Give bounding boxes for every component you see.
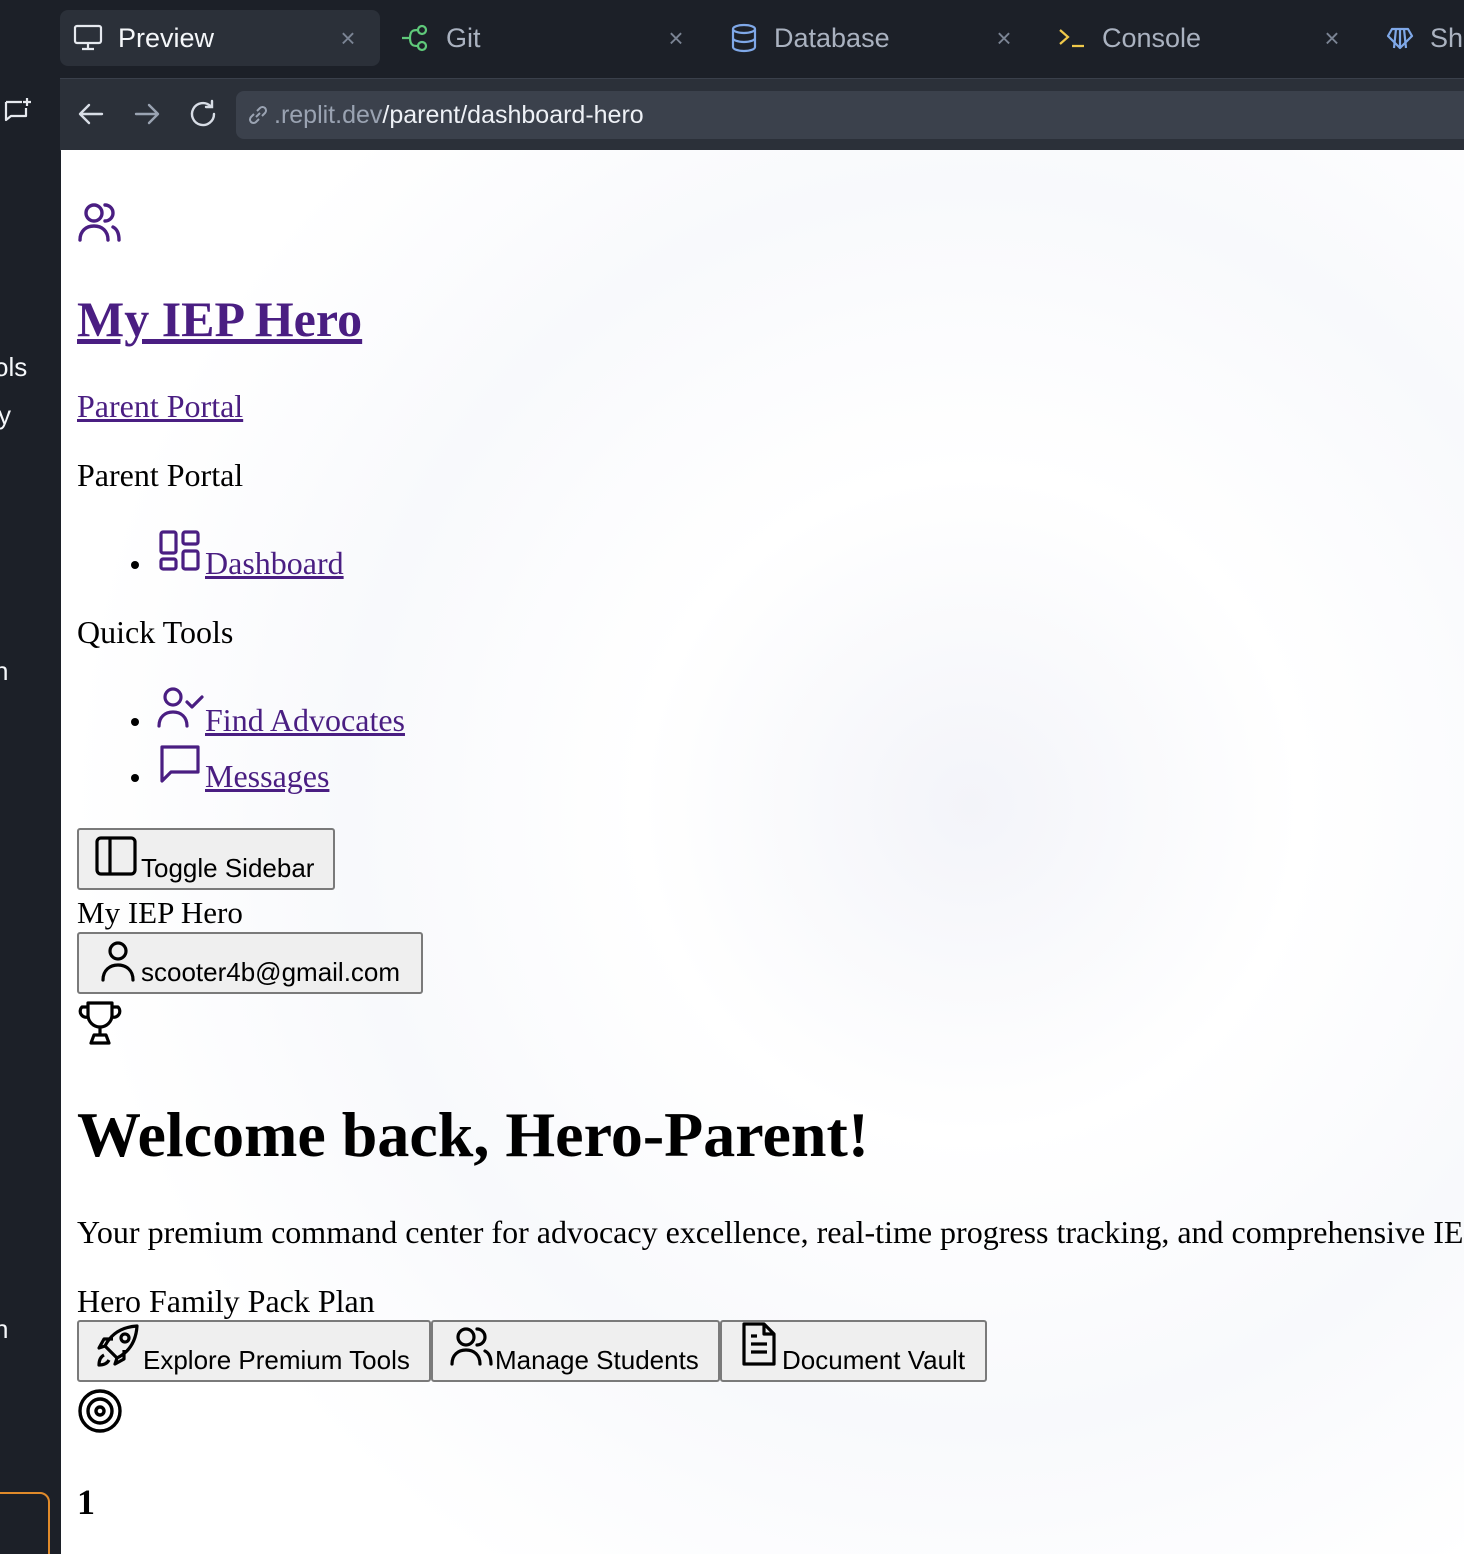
- list-bullet: [131, 718, 139, 726]
- shell-icon: [1384, 22, 1416, 54]
- app-title-link[interactable]: My IEP Hero: [77, 290, 362, 348]
- close-icon[interactable]: ×: [1318, 24, 1346, 52]
- tab-label: Database: [774, 22, 890, 53]
- brand-text: My IEP Hero: [77, 895, 243, 930]
- close-icon[interactable]: ×: [334, 24, 362, 52]
- url-path: /parent/dashboard-hero: [382, 100, 644, 129]
- link-icon: [246, 103, 270, 127]
- url-field[interactable]: .replit.dev/parent/dashboard-hero: [236, 91, 1464, 139]
- user-email: scooter4b@gmail.com: [141, 957, 401, 987]
- welcome-subtext: Your premium command center for advocacy…: [77, 1214, 1464, 1250]
- tab-git[interactable]: Git ×: [388, 10, 708, 66]
- parent-portal-link[interactable]: Parent Portal: [77, 388, 243, 425]
- git-branch-icon: [400, 22, 432, 54]
- tab-database[interactable]: Database ×: [716, 10, 1036, 66]
- sidebar-panel-icon: [95, 836, 137, 876]
- dashboard-grid-icon: [159, 530, 201, 577]
- left-rail: ols y n n: [0, 0, 60, 1554]
- rail-fragment: y: [0, 400, 11, 430]
- welcome-heading: Welcome back, Hero-Parent!: [77, 1099, 870, 1170]
- tab-label: Console: [1102, 22, 1202, 53]
- action-label: Document Vault: [782, 1345, 966, 1375]
- tab-label: Git: [446, 22, 481, 53]
- file-text-icon: [740, 1322, 778, 1368]
- rail-fragment: n: [0, 1314, 9, 1344]
- close-icon[interactable]: ×: [990, 24, 1018, 52]
- rail-action-box[interactable]: [0, 1492, 50, 1554]
- target-icon: [77, 1388, 123, 1439]
- rail-fragment: ols: [0, 352, 28, 382]
- forward-arrow-icon[interactable]: [130, 97, 164, 131]
- monitor-icon: [72, 22, 104, 54]
- quick-tool-find-advocates[interactable]: Find Advocates: [205, 702, 405, 739]
- trophy-icon: [77, 1000, 123, 1051]
- tab-label: Preview: [118, 22, 215, 53]
- new-chat-icon[interactable]: [2, 96, 34, 128]
- user-check-icon: [157, 686, 205, 733]
- user-menu-button[interactable]: scooter4b@gmail.com: [77, 932, 423, 994]
- users-icon: [77, 200, 123, 249]
- stat-value: 1: [77, 1482, 95, 1522]
- quick-tools-heading: Quick Tools: [77, 614, 234, 650]
- tab-shell[interactable]: She: [1372, 10, 1464, 66]
- tab-preview[interactable]: Preview ×: [60, 10, 380, 66]
- portal-heading: Parent Portal: [77, 457, 244, 493]
- terminal-icon: [1056, 22, 1088, 54]
- action-label: Explore Premium Tools: [143, 1345, 410, 1375]
- toggle-sidebar-label: Toggle Sidebar: [141, 853, 315, 883]
- back-arrow-icon[interactable]: [74, 97, 108, 131]
- tab-label: She: [1430, 22, 1464, 53]
- tab-console[interactable]: Console ×: [1044, 10, 1364, 66]
- users-icon: [449, 1324, 495, 1368]
- explore-premium-tools-button[interactable]: Explore Premium Tools: [77, 1320, 431, 1382]
- message-square-icon: [159, 744, 201, 789]
- list-bullet: [131, 561, 139, 569]
- browser-toolbar: .replit.dev/parent/dashboard-hero: [60, 78, 1464, 151]
- quick-tool-messages[interactable]: Messages: [205, 758, 329, 795]
- document-vault-button[interactable]: Document Vault: [720, 1320, 987, 1382]
- close-icon[interactable]: ×: [662, 24, 690, 52]
- url-host: .replit.dev: [274, 100, 383, 129]
- nav-dashboard-link[interactable]: Dashboard: [205, 545, 344, 582]
- toggle-sidebar-button[interactable]: Toggle Sidebar: [77, 828, 335, 890]
- manage-students-button[interactable]: Manage Students: [431, 1320, 720, 1382]
- rail-fragment: n: [0, 656, 9, 686]
- rocket-icon: [95, 1324, 141, 1368]
- user-icon: [99, 940, 137, 982]
- database-icon: [728, 22, 760, 54]
- tab-bar: Preview × Git × Database × Console × She: [60, 0, 1464, 78]
- preview-pane: My IEP Hero Parent Portal Parent Portal …: [61, 150, 1464, 1554]
- action-label: Manage Students: [495, 1345, 699, 1375]
- reload-icon[interactable]: [186, 97, 220, 131]
- list-bullet: [131, 774, 139, 782]
- plan-name: Hero Family Pack Plan: [77, 1283, 375, 1319]
